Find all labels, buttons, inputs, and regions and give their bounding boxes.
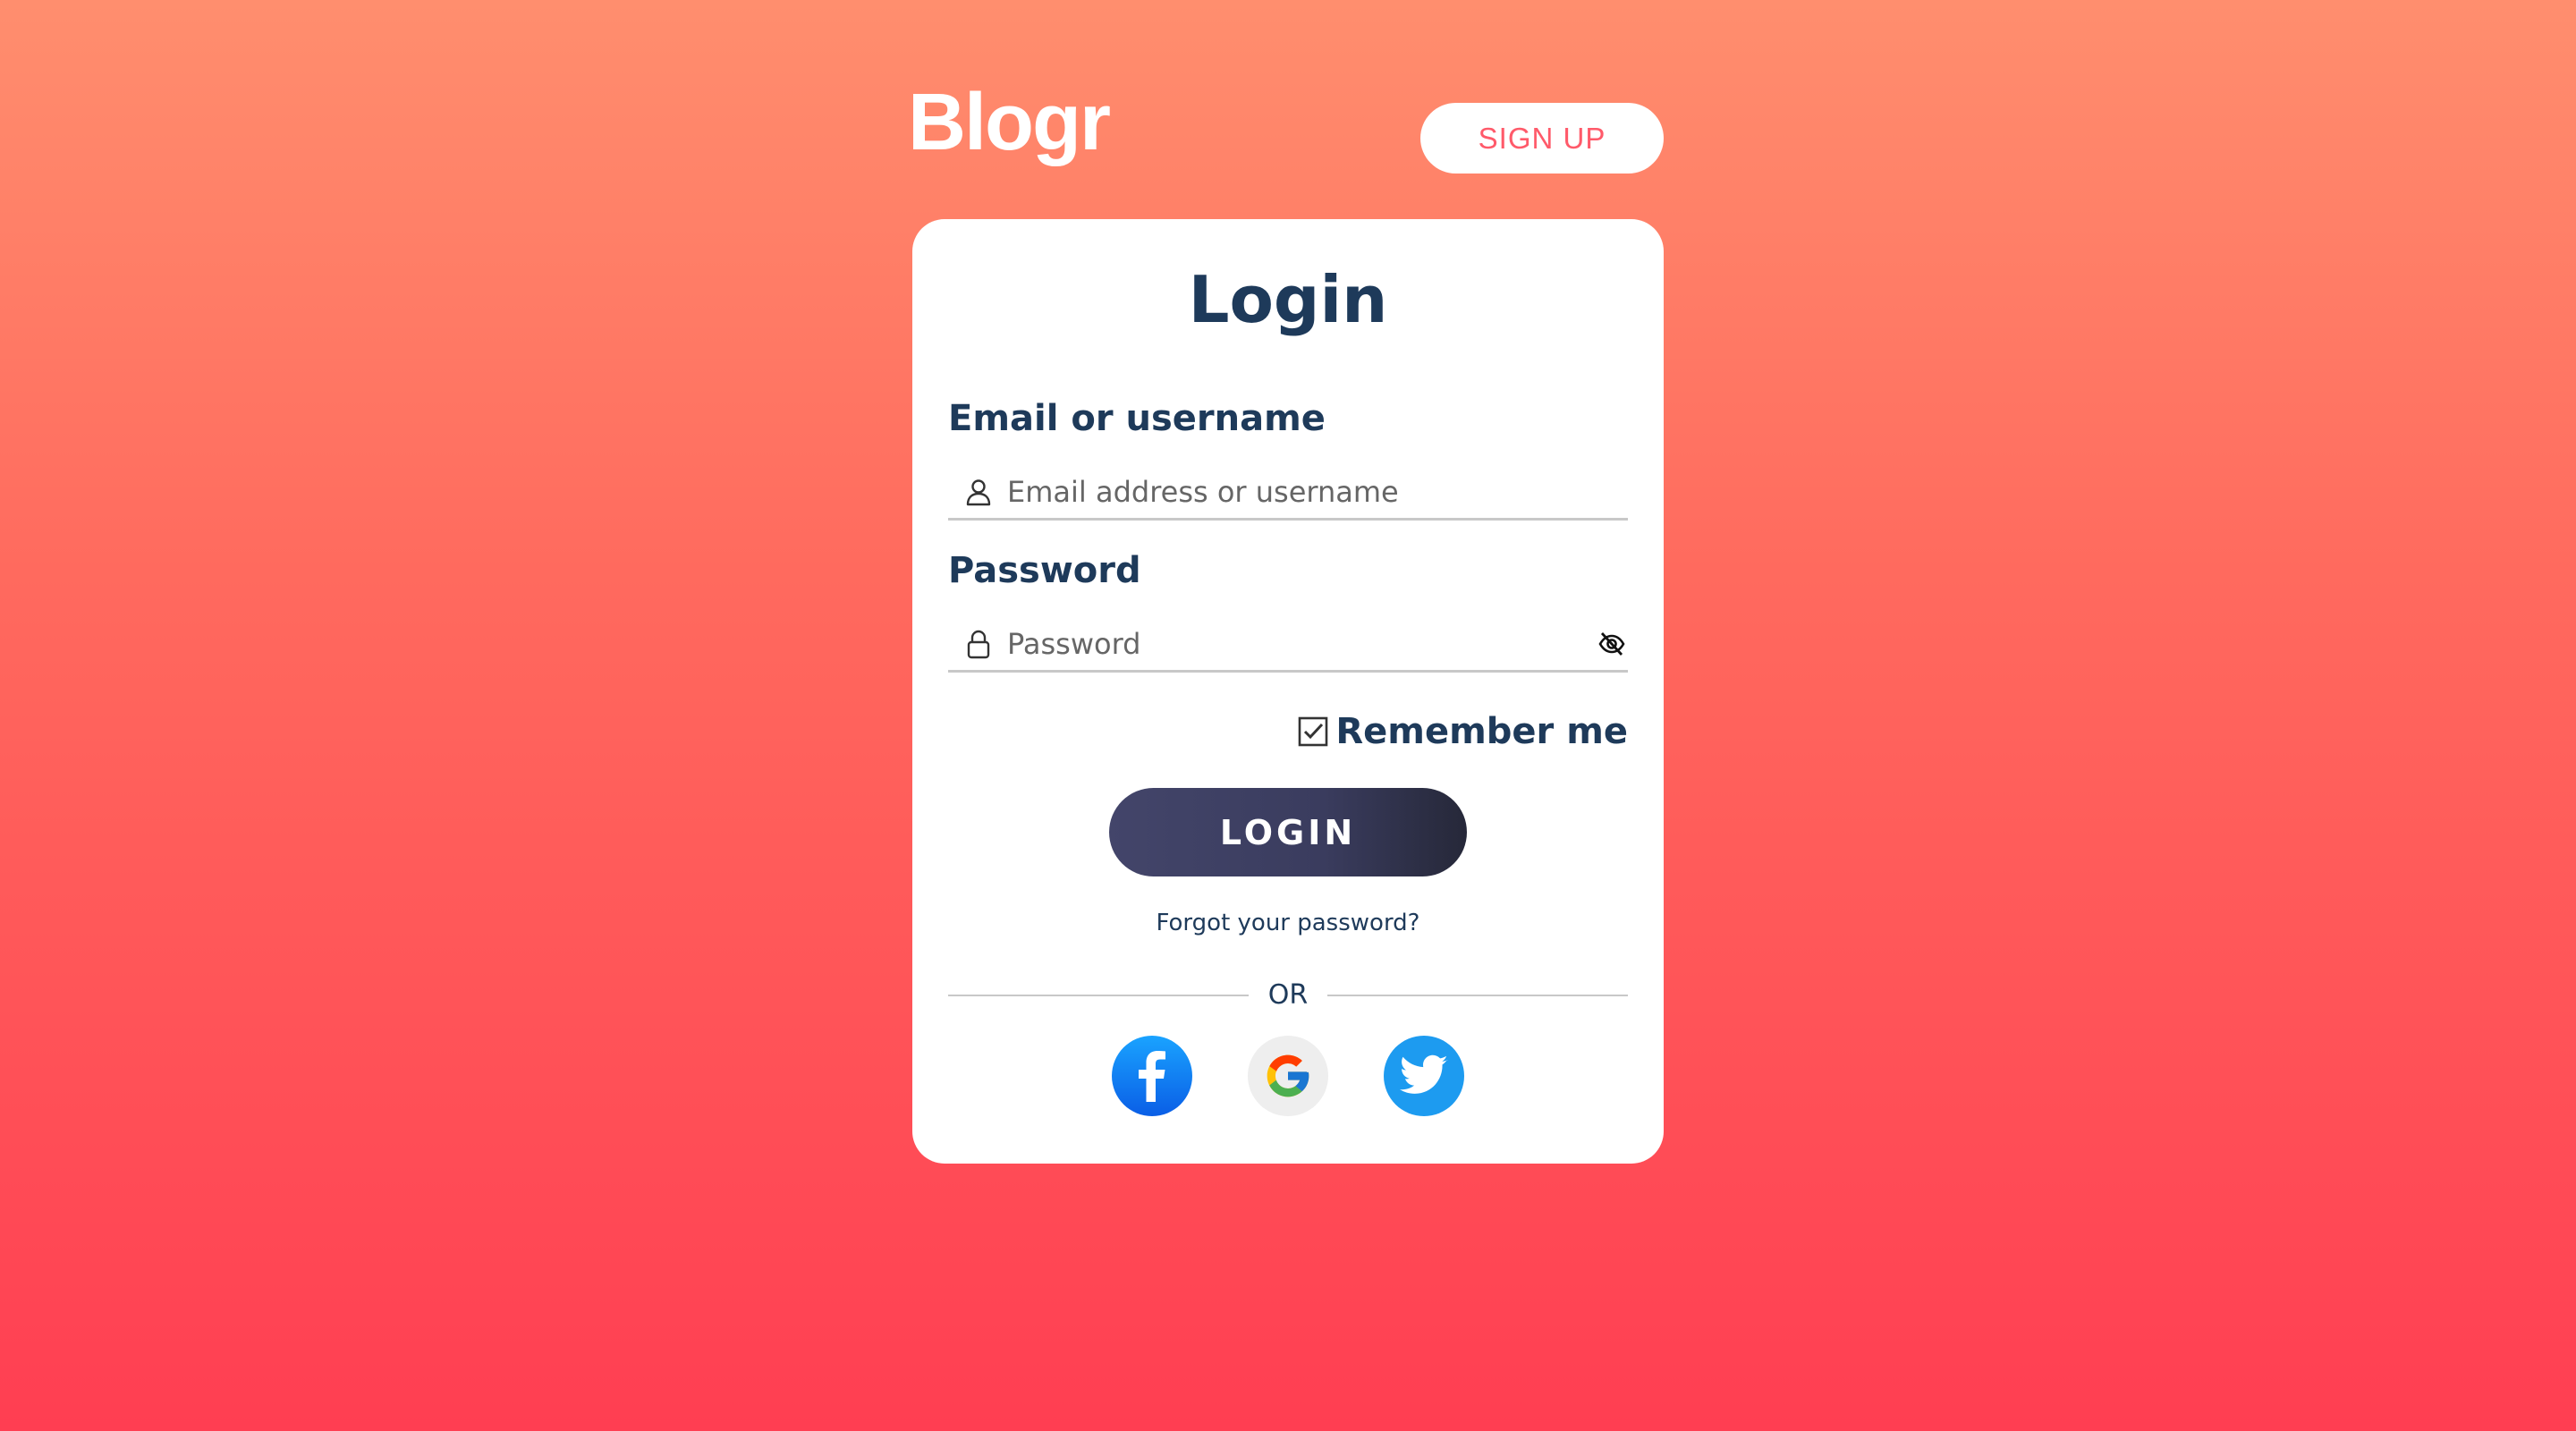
divider-line: [948, 994, 1249, 996]
password-input[interactable]: [1007, 617, 1596, 670]
social-login: [912, 1036, 1664, 1116]
password-field-wrapper: [948, 617, 1628, 673]
checkbox-checked-icon[interactable]: [1298, 716, 1328, 747]
facebook-icon[interactable]: [1112, 1036, 1192, 1116]
remember-me-label: Remember me: [1335, 711, 1628, 752]
login-button[interactable]: LOGIN: [1109, 788, 1467, 876]
or-divider: OR: [948, 979, 1628, 1011]
lock-icon: [962, 628, 995, 660]
user-icon: [962, 476, 995, 508]
or-label: OR: [1267, 979, 1309, 1011]
email-label: Email or username: [948, 398, 1326, 439]
email-field-wrapper: [948, 465, 1628, 521]
email-input[interactable]: [1007, 465, 1628, 518]
remember-me[interactable]: Remember me: [1298, 711, 1628, 752]
forgot-password-link[interactable]: Forgot your password?: [912, 910, 1664, 936]
brand-logo[interactable]: Blogr: [908, 82, 1111, 163]
divider-line: [1327, 994, 1628, 996]
eye-off-icon[interactable]: [1596, 628, 1628, 660]
password-label: Password: [948, 550, 1141, 591]
login-card: Login Email or username Password: [912, 219, 1664, 1164]
google-icon[interactable]: [1248, 1036, 1328, 1116]
signup-button[interactable]: SIGN UP: [1420, 103, 1664, 174]
page-title: Login: [1188, 262, 1388, 337]
twitter-icon[interactable]: [1384, 1036, 1464, 1116]
